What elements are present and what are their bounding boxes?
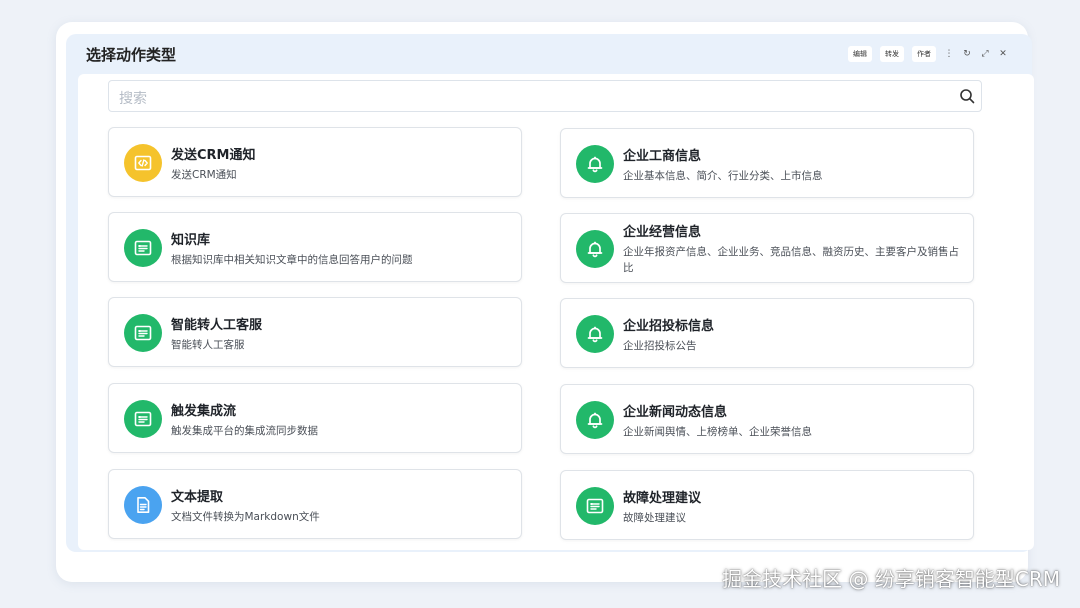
action-card[interactable]: 企业招投标信息 企业招投标公告	[560, 298, 974, 368]
bell-icon	[576, 230, 614, 268]
card-title: 文本提取	[171, 490, 224, 505]
card-title: 智能转人工客服	[171, 318, 263, 333]
card-title: 发送CRM通知	[171, 148, 256, 163]
action-card[interactable]: 文本提取文档文件转换为Markdown文件	[108, 469, 522, 539]
action-card[interactable]: 企业经营信息企业年报资产信息、企业业务、竞品信息、融资历史、主要客户及销售占比	[560, 213, 974, 283]
search-input[interactable]: 搜索	[108, 80, 982, 112]
card-description: 发送CRM通知	[171, 169, 237, 181]
search-icon[interactable]	[959, 88, 975, 104]
form-icon	[124, 314, 162, 352]
action-card[interactable]: 故障处理建议 故障处理建议	[560, 470, 974, 540]
action-card[interactable]: 知识库根据知识库中相关知识文章中的信息回答用户的问题	[108, 212, 522, 282]
card-title: 企业新闻动态信息	[623, 405, 728, 420]
document-icon	[124, 486, 162, 524]
card-title: 知识库	[171, 233, 211, 248]
form-icon	[124, 229, 162, 267]
card-description: 企业新闻舆情、上榜榜单、企业荣誉信息	[623, 426, 812, 438]
search-placeholder: 搜索	[119, 91, 147, 107]
action-card[interactable]: 智能转人工客服 智能转人工客服	[108, 297, 522, 367]
bell-icon	[576, 401, 614, 439]
card-description: 企业年报资产信息、企业业务、竞品信息、融资历史、主要客户及销售占比	[623, 246, 959, 274]
action-card[interactable]: 发送CRM通知 发送CRM通知	[108, 127, 522, 197]
form-icon	[124, 400, 162, 438]
action-card[interactable]: 企业工商信息企业基本信息、简介、行业分类、上市信息	[560, 128, 974, 198]
card-description: 文档文件转换为Markdown文件	[171, 511, 320, 523]
card-title: 企业经营信息	[623, 225, 702, 240]
forward-button[interactable]: 转发	[880, 46, 904, 62]
code-icon	[124, 144, 162, 182]
maximize-icon[interactable]: ⤢	[980, 49, 990, 59]
card-description: 智能转人工客服	[171, 339, 245, 351]
close-icon[interactable]: ✕	[998, 49, 1008, 59]
bell-icon	[576, 145, 614, 183]
card-description: 根据知识库中相关知识文章中的信息回答用户的问题	[171, 254, 413, 266]
author-button[interactable]: 作者	[912, 46, 936, 62]
card-title: 企业招投标信息	[623, 319, 715, 334]
bell-icon	[576, 315, 614, 353]
dialog-title: 选择动作类型	[86, 46, 177, 64]
action-card[interactable]: 触发集成流触发集成平台的集成流同步数据	[108, 383, 522, 453]
card-title: 故障处理建议	[623, 491, 702, 506]
action-card[interactable]: 企业新闻动态信息企业新闻舆情、上榜榜单、企业荣誉信息	[560, 384, 974, 454]
watermark: 掘金技术社区 @ 纷享销客智能型CRM	[722, 567, 1060, 591]
card-description: 触发集成平台的集成流同步数据	[171, 425, 318, 437]
edit-button[interactable]: 编辑	[848, 46, 872, 62]
refresh-icon[interactable]: ↻	[962, 49, 972, 59]
window-controls: 编辑 转发 作者 ⋮ ↻ ⤢ ✕	[848, 46, 1008, 62]
more-icon[interactable]: ⋮	[944, 49, 954, 59]
card-title: 触发集成流	[171, 404, 237, 419]
card-description: 故障处理建议	[623, 512, 686, 524]
form-icon	[576, 487, 614, 525]
card-description: 企业基本信息、简介、行业分类、上市信息	[623, 170, 823, 182]
card-description: 企业招投标公告	[623, 340, 697, 352]
card-title: 企业工商信息	[623, 149, 702, 164]
